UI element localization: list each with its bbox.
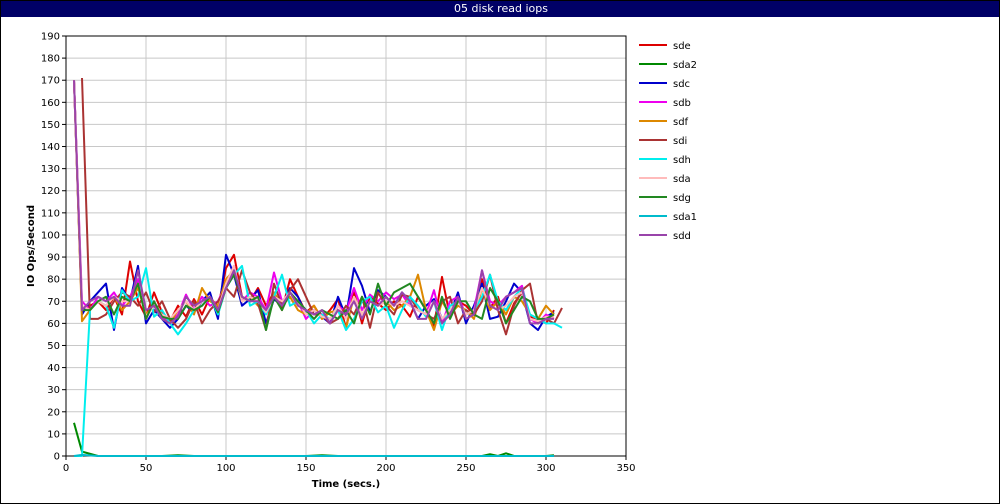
legend-label-sdc: sdc xyxy=(673,79,690,90)
grid xyxy=(65,35,627,457)
y-tick-label: 60 xyxy=(47,319,60,330)
legend-label-sdi: sdi xyxy=(673,136,687,147)
y-tick-label: 50 xyxy=(47,341,60,352)
x-tick-label: 50 xyxy=(140,463,153,474)
legend-label-sdh: sdh xyxy=(673,155,691,166)
y-tick-label: 100 xyxy=(41,230,60,241)
legend-label-sda2: sda2 xyxy=(673,60,697,71)
legend-label-sda: sda xyxy=(673,174,691,185)
x-axis-label: Time (secs.) xyxy=(312,479,381,490)
y-tick-label: 130 xyxy=(41,164,60,175)
y-tick-label: 120 xyxy=(41,186,60,197)
chart-title: 05 disk read iops xyxy=(1,1,999,17)
y-tick-label: 140 xyxy=(41,142,60,153)
y-tick-label: 70 xyxy=(47,297,60,308)
chart-window: 05 disk read iops 0 10 20 30 40 50 60 70 80 90 100… xyxy=(0,0,1000,504)
legend: sde sda2 sdc sdb sdf sdi sdh sda sdg sda1 sdd xyxy=(639,41,697,242)
legend-label-sda1: sda1 xyxy=(673,212,697,223)
legend-label-sde: sde xyxy=(673,41,691,52)
y-tick-label: 80 xyxy=(47,275,60,286)
line-chart: 0 10 20 30 40 50 60 70 80 90 100 110 120 130 140 150 160… xyxy=(26,32,697,491)
y-tick-label: 150 xyxy=(41,120,60,131)
y-tick-label: 190 xyxy=(41,32,60,43)
x-tick-label: 200 xyxy=(376,463,395,474)
x-tick-label: 250 xyxy=(456,463,475,474)
y-tick-label: 0 xyxy=(54,452,60,463)
y-tick-label: 170 xyxy=(41,76,60,87)
legend-label-sdf: sdf xyxy=(673,117,689,128)
y-tick-label: 40 xyxy=(47,363,60,374)
y-tick-label: 90 xyxy=(47,253,60,264)
legend-label-sdd: sdd xyxy=(673,231,691,242)
y-axis-label: IO Ops/Second xyxy=(26,205,37,287)
legend-label-sdb: sdb xyxy=(673,98,691,109)
x-tick-label: 0 xyxy=(63,463,69,474)
y-tick-label: 10 xyxy=(47,429,60,440)
y-tick-label: 180 xyxy=(41,54,60,65)
y-tick-label: 110 xyxy=(41,208,60,219)
x-tick-label: 150 xyxy=(296,463,315,474)
x-tick-label: 350 xyxy=(616,463,635,474)
x-tick-label: 100 xyxy=(216,463,235,474)
y-tick-label: 30 xyxy=(47,385,60,396)
plot-area xyxy=(66,36,626,456)
legend-label-sdg: sdg xyxy=(673,193,691,204)
series-line-sda1 xyxy=(73,453,554,457)
x-tick-label: 300 xyxy=(536,463,555,474)
y-tick-label: 20 xyxy=(47,407,60,418)
y-tick-label: 160 xyxy=(41,98,60,109)
